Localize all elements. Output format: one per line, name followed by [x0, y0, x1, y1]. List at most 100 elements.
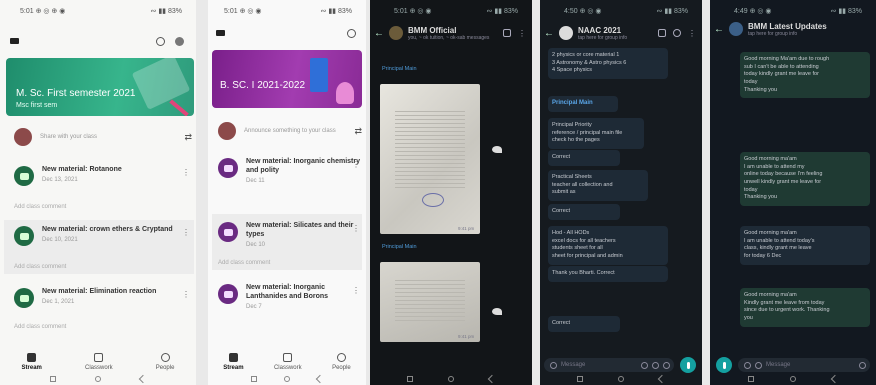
- recents-icon[interactable]: [577, 376, 584, 382]
- system-nav: [390, 374, 512, 384]
- chat-participants: you, ~ ok tuition, ~ ok-sab messages: [408, 34, 490, 41]
- message-bubble[interactable]: Principal Priority reference / principal…: [548, 118, 644, 150]
- camera-icon[interactable]: [755, 361, 762, 369]
- message-bubble[interactable]: Good morning ma'am I am unable to attend…: [740, 226, 870, 265]
- voice-call-icon[interactable]: [673, 28, 681, 37]
- chat-header[interactable]: ← NAAC 2021 tap here for group info ⋮: [544, 22, 696, 44]
- announce-row[interactable]: Share with your class ⇄: [14, 128, 192, 146]
- more-icon[interactable]: ⋮: [182, 290, 190, 299]
- repost-icon[interactable]: ⇄: [184, 132, 192, 143]
- message-bubble[interactable]: Correct: [548, 150, 620, 166]
- more-icon[interactable]: ⋮: [352, 224, 360, 233]
- mic-button[interactable]: [680, 357, 696, 373]
- back-icon[interactable]: [487, 374, 496, 384]
- back-icon[interactable]: [830, 374, 840, 384]
- more-icon[interactable]: ⋮: [182, 228, 190, 237]
- tab-stream[interactable]: Stream: [22, 353, 42, 371]
- announce-placeholder[interactable]: Announce something to your class: [244, 128, 336, 134]
- more-icon[interactable]: ⋮: [352, 160, 360, 169]
- recents-icon[interactable]: [251, 376, 258, 382]
- more-icon[interactable]: ⋮: [352, 286, 360, 295]
- status-battery: ∾ ▮▮ 83%: [486, 8, 518, 15]
- forward-icon[interactable]: [492, 146, 502, 153]
- add-comment-link[interactable]: Add class comment: [14, 324, 66, 330]
- account-avatar[interactable]: [175, 36, 184, 46]
- list-item[interactable]: New material: Silicates and their types …: [218, 222, 360, 248]
- back-icon[interactable]: [315, 374, 324, 384]
- camera-icon[interactable]: [663, 361, 670, 369]
- chat-header[interactable]: ← BMM Official you, ~ ok tuition, ~ ok-s…: [374, 22, 526, 44]
- video-call-icon[interactable]: [658, 28, 666, 37]
- home-icon[interactable]: [447, 376, 454, 382]
- message-bubble[interactable]: Good morning Ma'am due to rough sub I ca…: [740, 52, 870, 99]
- add-comment-link[interactable]: Add class comment: [14, 204, 66, 210]
- announce-placeholder[interactable]: Share with your class: [40, 134, 97, 140]
- message-bubble[interactable]: Practical Sheets teacher all collection …: [548, 170, 648, 202]
- message-input[interactable]: Message: [738, 358, 870, 372]
- menu-icon[interactable]: [10, 38, 19, 44]
- message-bubble[interactable]: Correct: [548, 316, 620, 332]
- meet-icon[interactable]: [347, 28, 356, 38]
- payment-icon[interactable]: [652, 361, 659, 369]
- home-icon[interactable]: [790, 376, 796, 382]
- banner-pen: [169, 99, 189, 116]
- recents-icon[interactable]: [407, 376, 414, 382]
- document-image[interactable]: [380, 84, 480, 234]
- recents-icon[interactable]: [49, 376, 56, 382]
- back-arrow-icon[interactable]: ←: [544, 28, 554, 39]
- group-avatar[interactable]: [559, 26, 573, 40]
- tab-classwork[interactable]: Classwork: [85, 353, 113, 371]
- home-icon[interactable]: [617, 376, 624, 382]
- forward-icon[interactable]: [492, 308, 502, 315]
- back-arrow-icon[interactable]: ←: [374, 28, 384, 39]
- recents-icon[interactable]: [748, 376, 754, 382]
- chat-header[interactable]: ← BMM Latest Updates tap here for group …: [714, 18, 870, 40]
- menu-icon[interactable]: [216, 30, 225, 36]
- more-options-icon[interactable]: ⋮: [688, 29, 696, 38]
- list-item[interactable]: New material: crown ethers & Cryptand De…: [14, 226, 190, 246]
- list-item[interactable]: New material: Rotanone Dec 13, 2021 ⋮: [14, 166, 190, 186]
- add-comment-link[interactable]: Add class comment: [14, 264, 66, 270]
- list-item[interactable]: New material: Elimination reaction Dec 1…: [14, 288, 190, 308]
- group-avatar[interactable]: [389, 26, 403, 40]
- repost-icon[interactable]: ⇄: [354, 126, 362, 137]
- post-title: New material: Inorganic chemistry and po…: [246, 158, 360, 174]
- post-title: New material: Inorganic Lanthanides and …: [246, 284, 329, 300]
- system-nav: [30, 374, 166, 384]
- tab-classwork[interactable]: Classwork: [274, 353, 302, 371]
- document-image[interactable]: [380, 262, 480, 342]
- message-bubble[interactable]: 2 physics or core material 1 3 Astronomy…: [548, 48, 668, 80]
- group-avatar[interactable]: [729, 22, 743, 36]
- people-icon: [160, 353, 170, 362]
- back-icon[interactable]: [657, 374, 666, 384]
- back-arrow-icon[interactable]: ←: [714, 24, 724, 35]
- banner-flask-illustration: [336, 82, 354, 104]
- emoji-icon[interactable]: [550, 361, 557, 369]
- tab-stream[interactable]: Stream: [223, 353, 244, 371]
- mic-button[interactable]: [716, 357, 732, 373]
- attach-icon[interactable]: [641, 361, 648, 369]
- home-icon[interactable]: [283, 376, 290, 382]
- emoji-icon[interactable]: [859, 361, 866, 369]
- tab-people[interactable]: People: [156, 353, 174, 371]
- message-bubble[interactable]: Good morning ma'am Kindly grant me leave…: [740, 288, 870, 327]
- message-bubble[interactable]: Thank you Bharti. Correct: [548, 266, 668, 282]
- announce-row[interactable]: Announce something to your class ⇄: [218, 122, 362, 140]
- message-input[interactable]: Message: [544, 358, 674, 372]
- meet-icon[interactable]: [156, 36, 165, 46]
- list-item[interactable]: New material: Inorganic Lanthanides and …: [218, 284, 360, 310]
- message-bubble[interactable]: Good morning ma'am I am unable to attend…: [740, 152, 870, 207]
- more-icon[interactable]: ⋮: [182, 168, 190, 177]
- message-bubble[interactable]: Correct: [548, 204, 620, 220]
- banner-phone-illustration: [310, 58, 328, 92]
- more-options-icon[interactable]: ⋮: [518, 29, 526, 38]
- message-bubble[interactable]: Hod - All HODs excel docs for all teache…: [548, 226, 668, 265]
- tab-people[interactable]: People: [332, 353, 351, 371]
- back-icon[interactable]: [139, 374, 148, 384]
- attach-icon[interactable]: [744, 361, 751, 369]
- message-bubble[interactable]: Principal Main: [548, 96, 618, 112]
- list-item[interactable]: New material: Inorganic chemistry and po…: [218, 158, 360, 184]
- home-icon[interactable]: [94, 376, 101, 382]
- add-comment-link[interactable]: Add class comment: [218, 260, 270, 266]
- video-call-icon[interactable]: [503, 28, 511, 37]
